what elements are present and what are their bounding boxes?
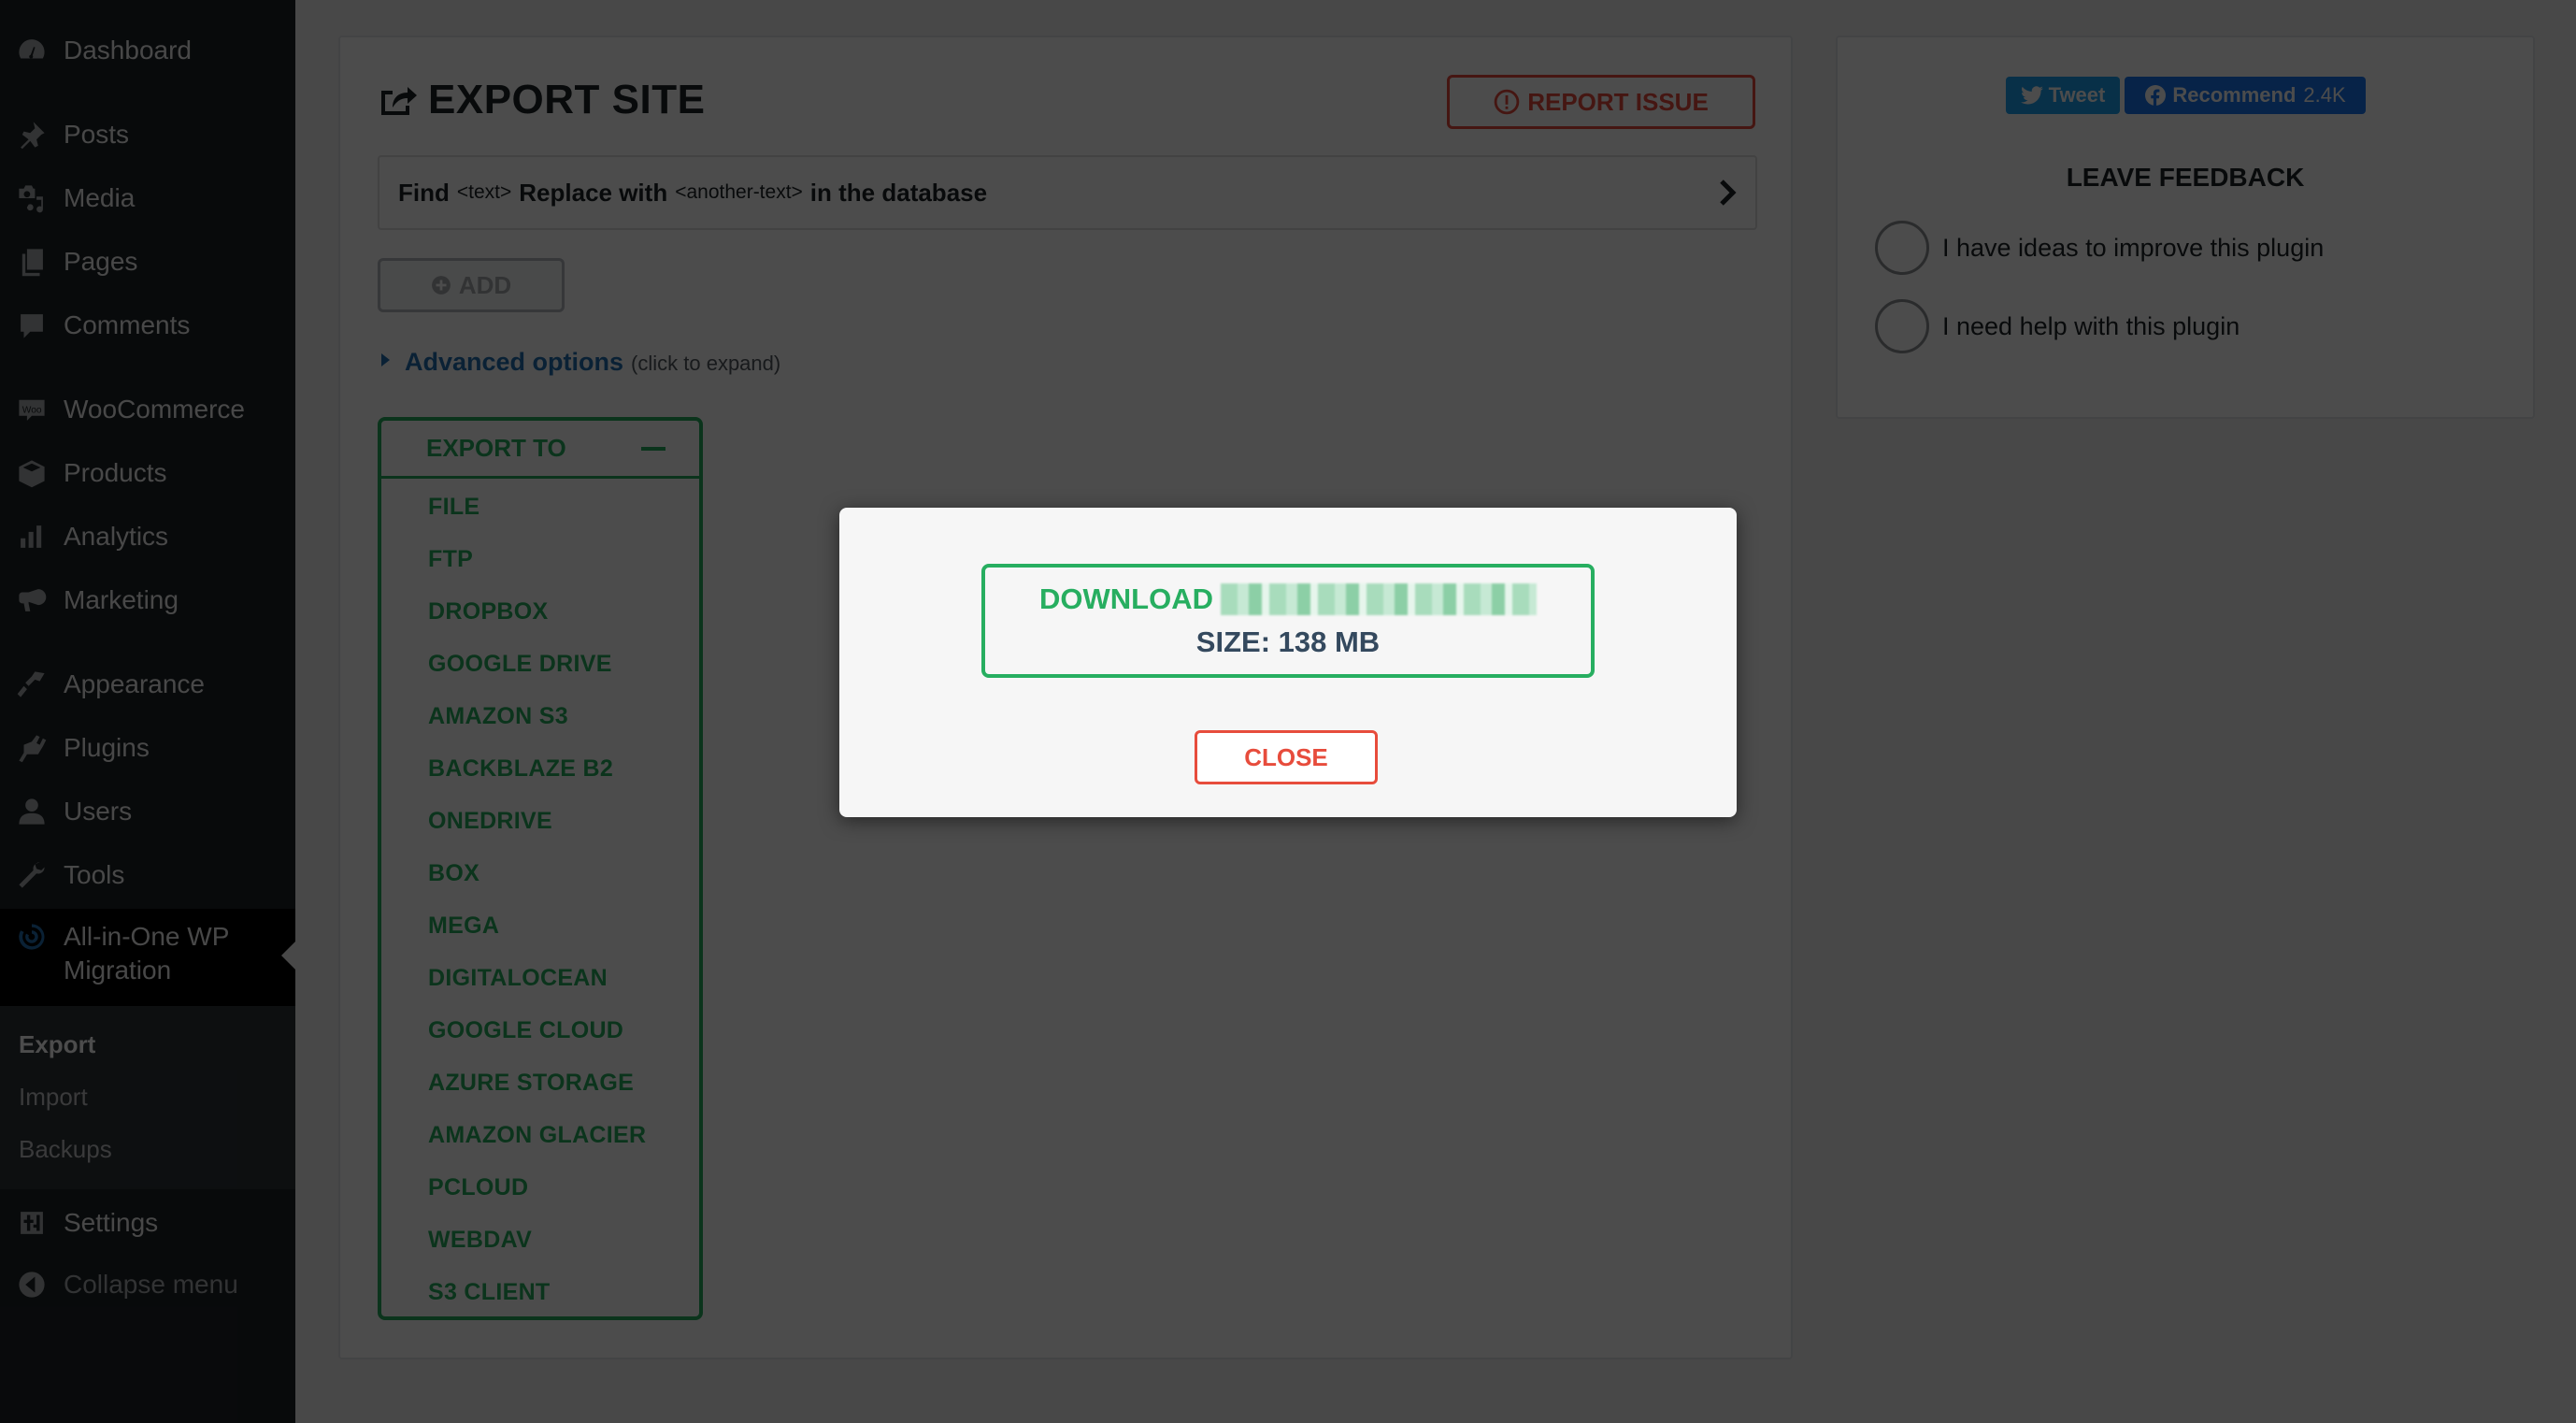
close-label: CLOSE [1244,742,1328,771]
close-button[interactable]: CLOSE [1195,730,1378,784]
download-button[interactable]: DOWNLOAD SIZE: 138 MB [981,564,1595,678]
download-label: DOWNLOAD [1039,582,1213,615]
export-complete-modal: DOWNLOAD SIZE: 138 MB CLOSE [839,508,1737,817]
redacted-filename [1220,583,1537,615]
download-line: DOWNLOAD [1039,582,1537,616]
file-size: SIZE: 138 MB [1195,625,1381,658]
